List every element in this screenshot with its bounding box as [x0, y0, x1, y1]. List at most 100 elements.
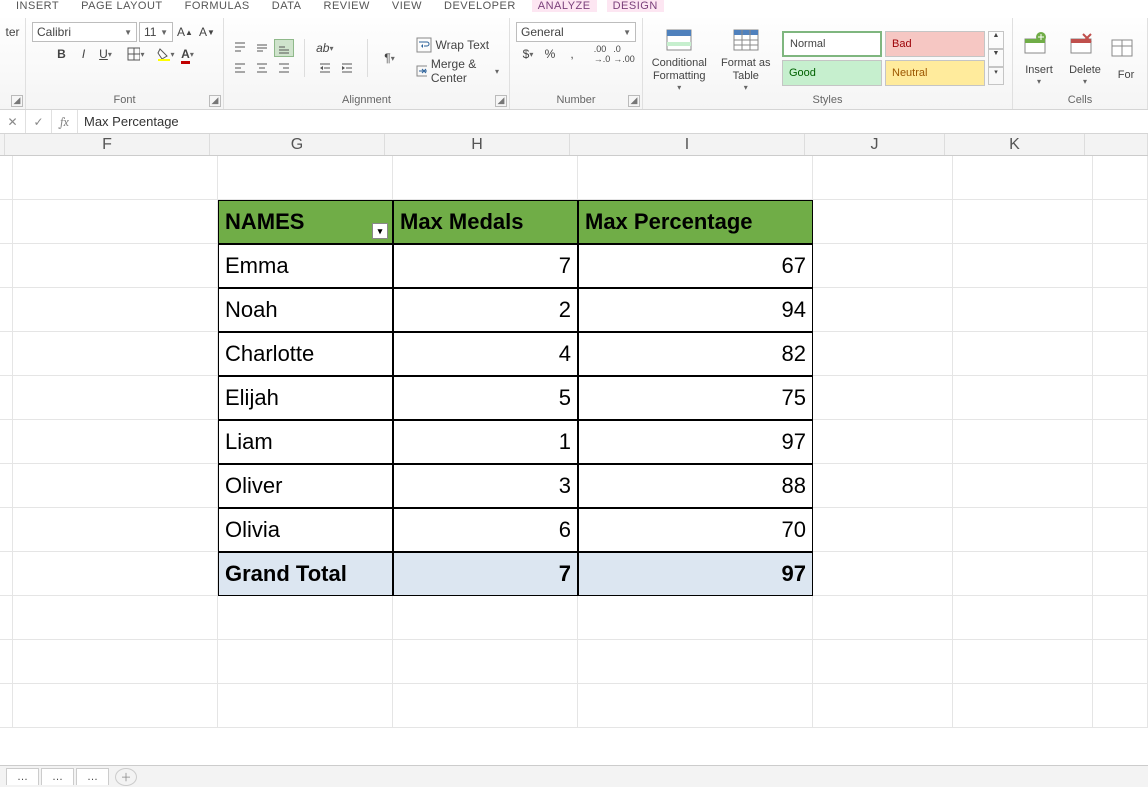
cell[interactable]	[953, 596, 1093, 640]
cell[interactable]	[13, 464, 218, 508]
formula-input[interactable]	[78, 114, 1148, 129]
cell[interactable]	[393, 596, 578, 640]
col-header-H[interactable]: H	[385, 134, 570, 155]
pivot-header-medals[interactable]: Max Medals	[393, 200, 578, 244]
style-neutral[interactable]: Neutral	[885, 60, 985, 86]
cell[interactable]	[953, 200, 1093, 244]
tab-review[interactable]: REVIEW	[318, 0, 376, 12]
pivot-total-label[interactable]: Grand Total	[218, 552, 393, 596]
style-good[interactable]: Good	[782, 60, 882, 86]
cell[interactable]	[393, 640, 578, 684]
tab-data[interactable]: DATA	[266, 0, 308, 12]
cell[interactable]	[218, 596, 393, 640]
cell[interactable]	[813, 332, 953, 376]
pivot-row-medals[interactable]: 5	[393, 376, 578, 420]
pivot-row-name[interactable]: Olivia	[218, 508, 393, 552]
style-normal[interactable]: Normal	[782, 31, 882, 57]
styles-scroll-up[interactable]: ▲	[988, 31, 1004, 49]
pivot-row-medals[interactable]: 3	[393, 464, 578, 508]
pivot-row-medals[interactable]: 7	[393, 244, 578, 288]
cell[interactable]	[813, 684, 953, 728]
fx-button[interactable]: fx	[52, 110, 78, 133]
cell[interactable]	[813, 552, 953, 596]
pivot-row-pct[interactable]: 82	[578, 332, 813, 376]
decrease-decimal-button[interactable]: .0→.00	[614, 44, 634, 64]
cell[interactable]	[13, 552, 218, 596]
font-color-button[interactable]: A▾	[178, 44, 198, 64]
cell[interactable]	[218, 156, 393, 200]
col-header-I[interactable]: I	[570, 134, 805, 155]
accounting-button[interactable]: $▾	[518, 44, 538, 64]
number-launcher[interactable]: ◢	[628, 95, 640, 107]
pivot-row-name[interactable]: Charlotte	[218, 332, 393, 376]
pivot-header-pct[interactable]: Max Percentage	[578, 200, 813, 244]
pivot-row-name[interactable]: Noah	[218, 288, 393, 332]
pivot-row-pct[interactable]: 88	[578, 464, 813, 508]
conditional-formatting-button[interactable]: Conditional Formatting▾	[649, 24, 710, 91]
fill-color-button[interactable]: ▾	[156, 44, 176, 64]
cell[interactable]	[13, 200, 218, 244]
cell[interactable]	[813, 244, 953, 288]
underline-button[interactable]: U▾	[96, 44, 116, 64]
style-bad[interactable]: Bad	[885, 31, 985, 57]
cell[interactable]	[13, 288, 218, 332]
align-center-button[interactable]	[252, 59, 272, 77]
shrink-font-button[interactable]: A▼	[197, 22, 217, 42]
cell[interactable]	[578, 596, 813, 640]
font-launcher[interactable]: ◢	[209, 95, 221, 107]
pivot-total-pct[interactable]: 97	[578, 552, 813, 596]
cell[interactable]	[813, 156, 953, 200]
cell[interactable]	[953, 552, 1093, 596]
cell[interactable]	[813, 640, 953, 684]
cell[interactable]	[13, 244, 218, 288]
pivot-total-medals[interactable]: 7	[393, 552, 578, 596]
worksheet-grid[interactable]: FGHIJK NAMES▾Max MedalsMax PercentageEmm…	[0, 134, 1148, 774]
pivot-row-pct[interactable]: 67	[578, 244, 813, 288]
clipboard-launcher[interactable]: ◢	[11, 95, 23, 107]
paste-button[interactable]: ter	[3, 22, 23, 42]
cell[interactable]	[953, 640, 1093, 684]
italic-button[interactable]: I	[74, 44, 94, 64]
cell[interactable]	[13, 420, 218, 464]
sheet-tab-1[interactable]: …	[6, 768, 39, 785]
pivot-row-medals[interactable]: 1	[393, 420, 578, 464]
pivot-row-medals[interactable]: 4	[393, 332, 578, 376]
cell[interactable]	[953, 376, 1093, 420]
delete-cells-button[interactable]: Delete▾	[1065, 31, 1105, 86]
cell[interactable]	[393, 156, 578, 200]
percent-button[interactable]: %	[540, 44, 560, 64]
pivot-row-name[interactable]: Oliver	[218, 464, 393, 508]
styles-more[interactable]: ▾	[988, 67, 1004, 85]
pivot-row-pct[interactable]: 97	[578, 420, 813, 464]
cell[interactable]	[953, 508, 1093, 552]
styles-scroll-down[interactable]: ▼	[988, 49, 1004, 67]
format-as-table-button[interactable]: Format as Table▾	[716, 24, 777, 91]
cell[interactable]	[953, 156, 1093, 200]
align-left-button[interactable]	[230, 59, 250, 77]
cell[interactable]	[13, 508, 218, 552]
grow-font-button[interactable]: A▲	[175, 22, 195, 42]
cell[interactable]	[13, 332, 218, 376]
font-name-combo[interactable]: Calibri▼	[32, 22, 137, 42]
cell[interactable]	[813, 376, 953, 420]
cell[interactable]	[393, 684, 578, 728]
cell[interactable]	[578, 684, 813, 728]
sheet-tab-2[interactable]: …	[41, 768, 74, 785]
decrease-indent-button[interactable]	[315, 59, 335, 77]
align-right-button[interactable]	[274, 59, 294, 77]
new-sheet-button[interactable]: ＋	[115, 768, 137, 786]
cell[interactable]	[13, 596, 218, 640]
col-header-G[interactable]: G	[210, 134, 385, 155]
pivot-row-medals[interactable]: 2	[393, 288, 578, 332]
cell[interactable]	[13, 640, 218, 684]
cell[interactable]	[13, 156, 218, 200]
tab-formulas[interactable]: FORMULAS	[179, 0, 256, 12]
tab-analyze[interactable]: ANALYZE	[532, 0, 597, 12]
cell[interactable]	[953, 244, 1093, 288]
col-header-F[interactable]: F	[5, 134, 210, 155]
borders-button[interactable]: ▾	[126, 44, 146, 64]
pivot-row-name[interactable]: Liam	[218, 420, 393, 464]
pivot-row-pct[interactable]: 70	[578, 508, 813, 552]
number-format-combo[interactable]: General▼	[516, 22, 636, 42]
cell[interactable]	[813, 508, 953, 552]
